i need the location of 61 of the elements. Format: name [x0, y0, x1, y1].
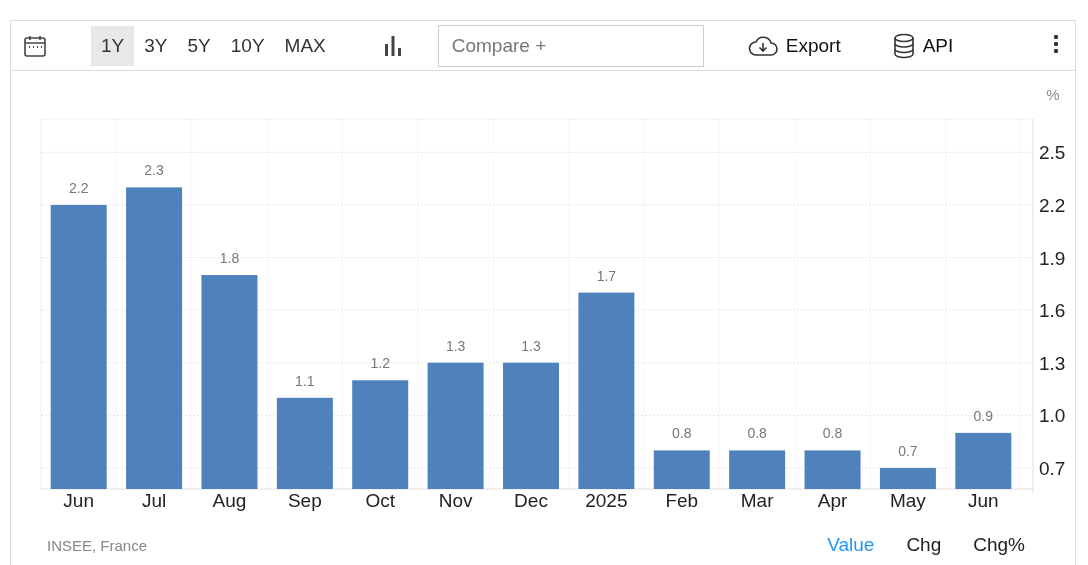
range-tab[interactable]: 5Y	[177, 25, 221, 66]
data-label: 1.7	[596, 267, 617, 284]
export-button[interactable]: Export	[741, 30, 847, 61]
bar[interactable]	[578, 292, 635, 489]
x-axis-label: Sep	[287, 490, 322, 511]
range-tab[interactable]: MAX	[274, 25, 336, 66]
api-button[interactable]: API	[886, 28, 960, 63]
y-axis-label: 0.7	[1039, 457, 1066, 479]
x-axis-label: Jul	[141, 490, 167, 511]
x-axis-label: Dec	[514, 490, 548, 511]
bar[interactable]	[276, 397, 333, 489]
x-axis-label: Jun	[63, 490, 94, 511]
data-label: 1.2	[370, 355, 390, 372]
data-label: 0.8	[672, 425, 692, 442]
bar[interactable]	[201, 275, 258, 489]
x-axis-label: Nov	[438, 490, 473, 511]
x-axis-label: Mar	[740, 490, 774, 511]
range-tab[interactable]: 1Y	[91, 25, 135, 66]
compare-field[interactable]: Compare +	[437, 24, 704, 67]
view-tab[interactable]: Chg%	[963, 530, 1035, 560]
bar[interactable]	[879, 467, 936, 489]
source-label: INSEE, France	[47, 536, 148, 554]
bar[interactable]	[126, 187, 183, 489]
bar[interactable]	[352, 380, 409, 489]
bar[interactable]	[50, 204, 107, 489]
y-axis-label: 1.3	[1039, 352, 1066, 374]
bar[interactable]	[729, 450, 786, 489]
bar[interactable]	[427, 362, 484, 489]
bar[interactable]	[955, 432, 1012, 489]
y-axis-label: 1.6	[1039, 300, 1066, 322]
data-label: 2.2	[68, 179, 89, 196]
x-axis-label: Oct	[365, 490, 395, 511]
data-label: 2.3	[144, 162, 164, 179]
x-axis-label: Aug	[212, 490, 247, 511]
x-axis-label: Jun	[968, 490, 999, 511]
x-axis-label: 2025	[585, 490, 628, 511]
data-label: 0.7	[898, 442, 918, 459]
y-axis-label: 1.0	[1039, 405, 1066, 427]
data-label: 1.1	[295, 372, 315, 389]
y-axis-label: 2.5	[1039, 142, 1066, 164]
bar[interactable]	[804, 450, 861, 489]
cloud-download-icon	[747, 34, 778, 57]
range-tab[interactable]: 3Y	[134, 25, 178, 66]
bar[interactable]	[653, 450, 710, 489]
database-icon	[892, 32, 915, 59]
data-label: 0.8	[747, 425, 767, 442]
calendar-icon[interactable]	[23, 33, 47, 58]
data-label: 0.8	[822, 425, 843, 442]
y-axis-label: 1.9	[1039, 247, 1066, 269]
x-axis-label: Feb	[665, 490, 699, 511]
data-label: 0.9	[973, 407, 994, 424]
unit-label: %	[1046, 86, 1060, 103]
view-tab[interactable]: Chg	[896, 530, 952, 560]
data-label: 1.8	[219, 250, 240, 267]
x-axis-label: Apr	[817, 490, 848, 511]
x-axis-label: May	[889, 490, 926, 511]
y-axis-label: 2.2	[1039, 194, 1066, 216]
bar-chart-icon[interactable]	[383, 35, 402, 56]
data-label: 1.3	[521, 337, 541, 354]
range-tab[interactable]: 10Y	[220, 25, 275, 66]
data-label: 1.3	[445, 337, 466, 354]
